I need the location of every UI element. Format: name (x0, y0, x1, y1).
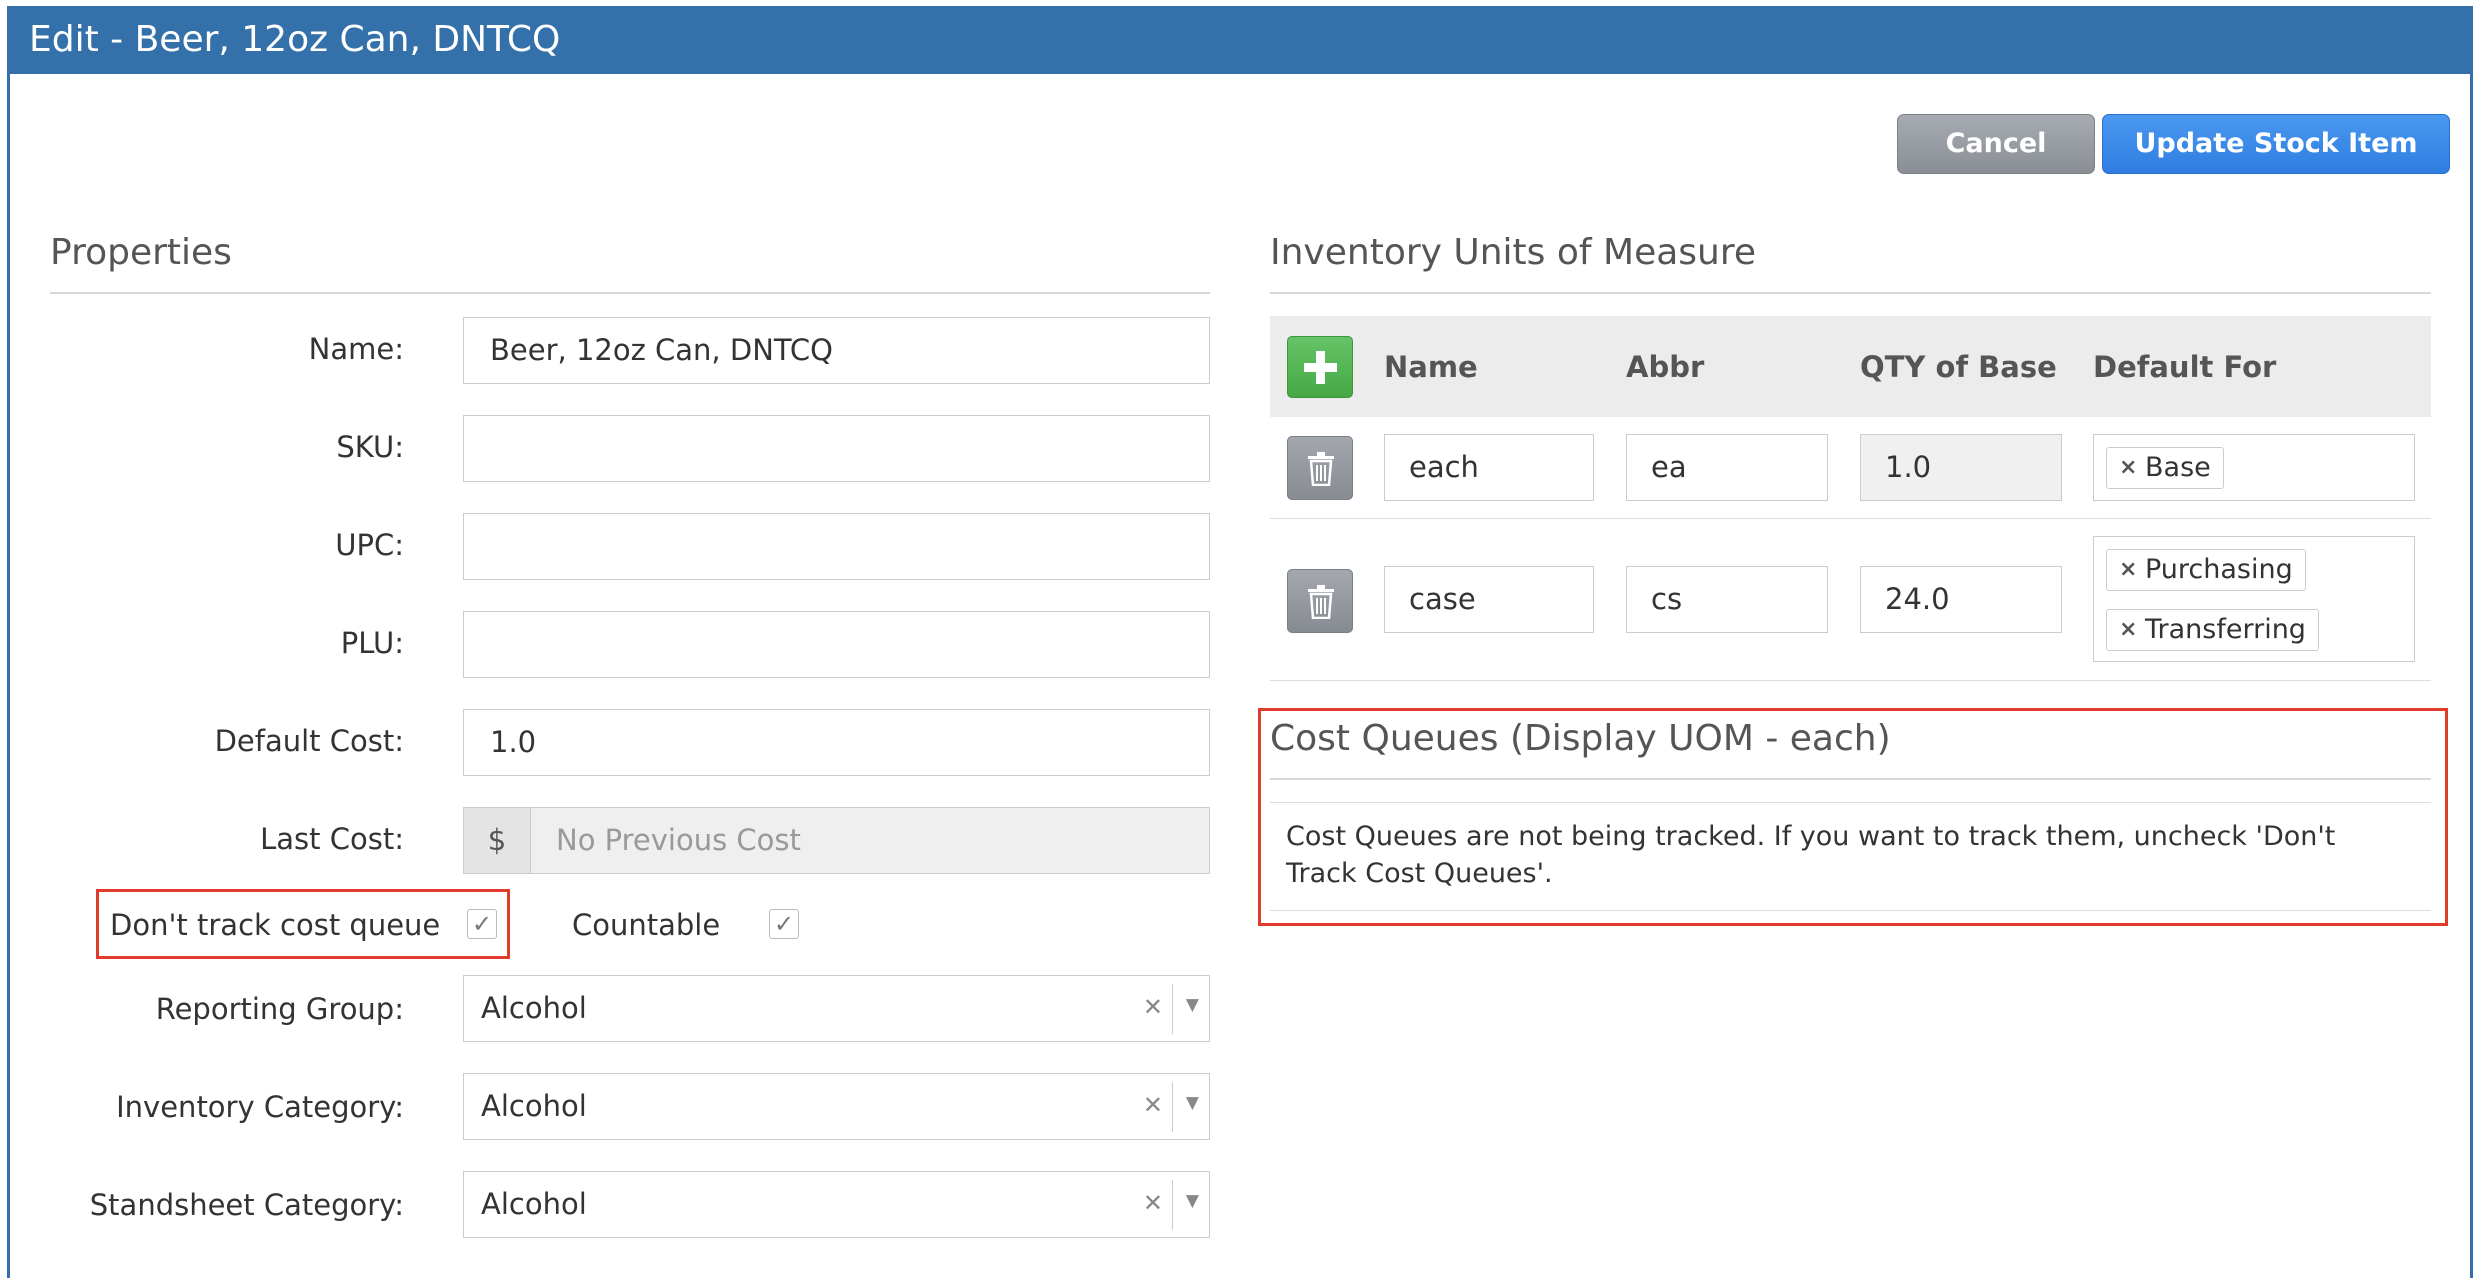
select-separator (1172, 1082, 1173, 1132)
delete-uom-button[interactable] (1287, 436, 1353, 500)
cost-queues-message: Cost Queues are not being tracked. If yo… (1286, 821, 2336, 889)
dont-track-cost-queue-checkbox[interactable]: ✓ (467, 909, 497, 939)
cancel-button[interactable]: Cancel (1897, 114, 2095, 174)
uom-abbr-input[interactable]: ea (1626, 434, 1828, 501)
trash-icon (1308, 452, 1334, 486)
default-cost-input[interactable]: 1.0 (463, 709, 1210, 776)
plu-label: PLU: (340, 626, 404, 660)
default-for-multiselect[interactable]: × Base (2093, 434, 2415, 501)
currency-addon: $ (463, 807, 531, 874)
col-name: Name (1384, 350, 1478, 384)
default-for-tag[interactable]: × Purchasing (2106, 549, 2306, 591)
default-for-tag[interactable]: × Transferring (2106, 609, 2319, 651)
update-stock-item-button[interactable]: Update Stock Item (2102, 114, 2450, 174)
default-for-multiselect[interactable]: × Purchasing × Transferring (2093, 536, 2415, 662)
checkmark-icon: ✓ (471, 910, 493, 938)
clear-x-icon[interactable]: ✕ (1143, 976, 1163, 1038)
select-separator (1172, 984, 1173, 1034)
inventory-category-value: Alcohol (481, 1089, 587, 1123)
remove-tag-icon[interactable]: × (2119, 448, 2137, 488)
last-cost-label: Last Cost: (260, 822, 404, 856)
name-label: Name: (308, 332, 404, 366)
cost-queues-top-line (1270, 802, 2431, 803)
sku-label: SKU: (336, 430, 404, 464)
cost-queues-heading: Cost Queues (Display UOM - each) (1270, 718, 1891, 759)
remove-tag-icon[interactable]: × (2119, 550, 2137, 590)
clear-x-icon[interactable]: ✕ (1143, 1172, 1163, 1234)
remove-tag-icon[interactable]: × (2119, 610, 2137, 650)
trash-icon (1308, 585, 1334, 619)
col-default-for: Default For (2093, 350, 2277, 384)
name-input[interactable]: Beer, 12oz Can, DNTCQ (463, 317, 1210, 384)
uom-name-input[interactable]: each (1384, 434, 1594, 501)
tag-label: Purchasing (2145, 554, 2293, 585)
title-bar: Edit - Beer, 12oz Can, DNTCQ (7, 6, 2473, 74)
sku-input[interactable] (463, 415, 1210, 482)
last-cost-input: No Previous Cost (463, 807, 1210, 874)
standsheet-category-label: Standsheet Category: (89, 1188, 404, 1222)
inventory-category-label: Inventory Category: (116, 1090, 404, 1124)
default-for-tag[interactable]: × Base (2106, 447, 2224, 489)
default-cost-label: Default Cost: (214, 724, 404, 758)
uom-heading: Inventory Units of Measure (1270, 232, 1757, 273)
upc-label: UPC: (335, 528, 404, 562)
col-abbr: Abbr (1626, 350, 1705, 384)
uom-qty-input: 1.0 (1860, 434, 2062, 501)
reporting-group-value: Alcohol (481, 991, 587, 1025)
clear-x-icon[interactable]: ✕ (1143, 1074, 1163, 1136)
uom-name-input[interactable]: case (1384, 566, 1594, 633)
tag-label: Base (2145, 452, 2211, 483)
reporting-group-select[interactable]: Alcohol ✕ ▼ (463, 975, 1210, 1042)
tag-label: Transferring (2145, 614, 2306, 645)
reporting-group-label: Reporting Group: (155, 992, 404, 1026)
chevron-down-icon[interactable]: ▼ (1186, 1172, 1199, 1230)
upc-input[interactable] (463, 513, 1210, 580)
properties-divider (50, 292, 1210, 294)
chevron-down-icon[interactable]: ▼ (1186, 1074, 1199, 1132)
plu-input[interactable] (463, 611, 1210, 678)
properties-heading: Properties (50, 232, 232, 273)
select-separator (1172, 1180, 1173, 1230)
inventory-category-select[interactable]: Alcohol ✕ ▼ (463, 1073, 1210, 1140)
add-uom-button[interactable] (1287, 336, 1353, 398)
uom-qty-input[interactable]: 24.0 (1860, 566, 2062, 633)
cost-queues-bottom-line (1270, 910, 2431, 911)
countable-checkbox[interactable]: ✓ (769, 909, 799, 939)
checkmark-icon: ✓ (773, 910, 795, 938)
row-divider (1270, 518, 2431, 519)
chevron-down-icon[interactable]: ▼ (1186, 976, 1199, 1034)
dont-track-cost-queue-label: Don't track cost queue (110, 908, 441, 942)
delete-uom-button[interactable] (1287, 569, 1353, 633)
standsheet-category-select[interactable]: Alcohol ✕ ▼ (463, 1171, 1210, 1238)
uom-abbr-input[interactable]: cs (1626, 566, 1828, 633)
cost-queues-divider (1270, 778, 2431, 780)
countable-label: Countable (572, 908, 721, 942)
col-qty-of-base: QTY of Base (1860, 350, 2057, 384)
window-title: Edit - Beer, 12oz Can, DNTCQ (29, 19, 561, 60)
standsheet-category-value: Alcohol (481, 1187, 587, 1221)
row-divider (1270, 680, 2431, 681)
uom-divider (1270, 292, 2431, 294)
